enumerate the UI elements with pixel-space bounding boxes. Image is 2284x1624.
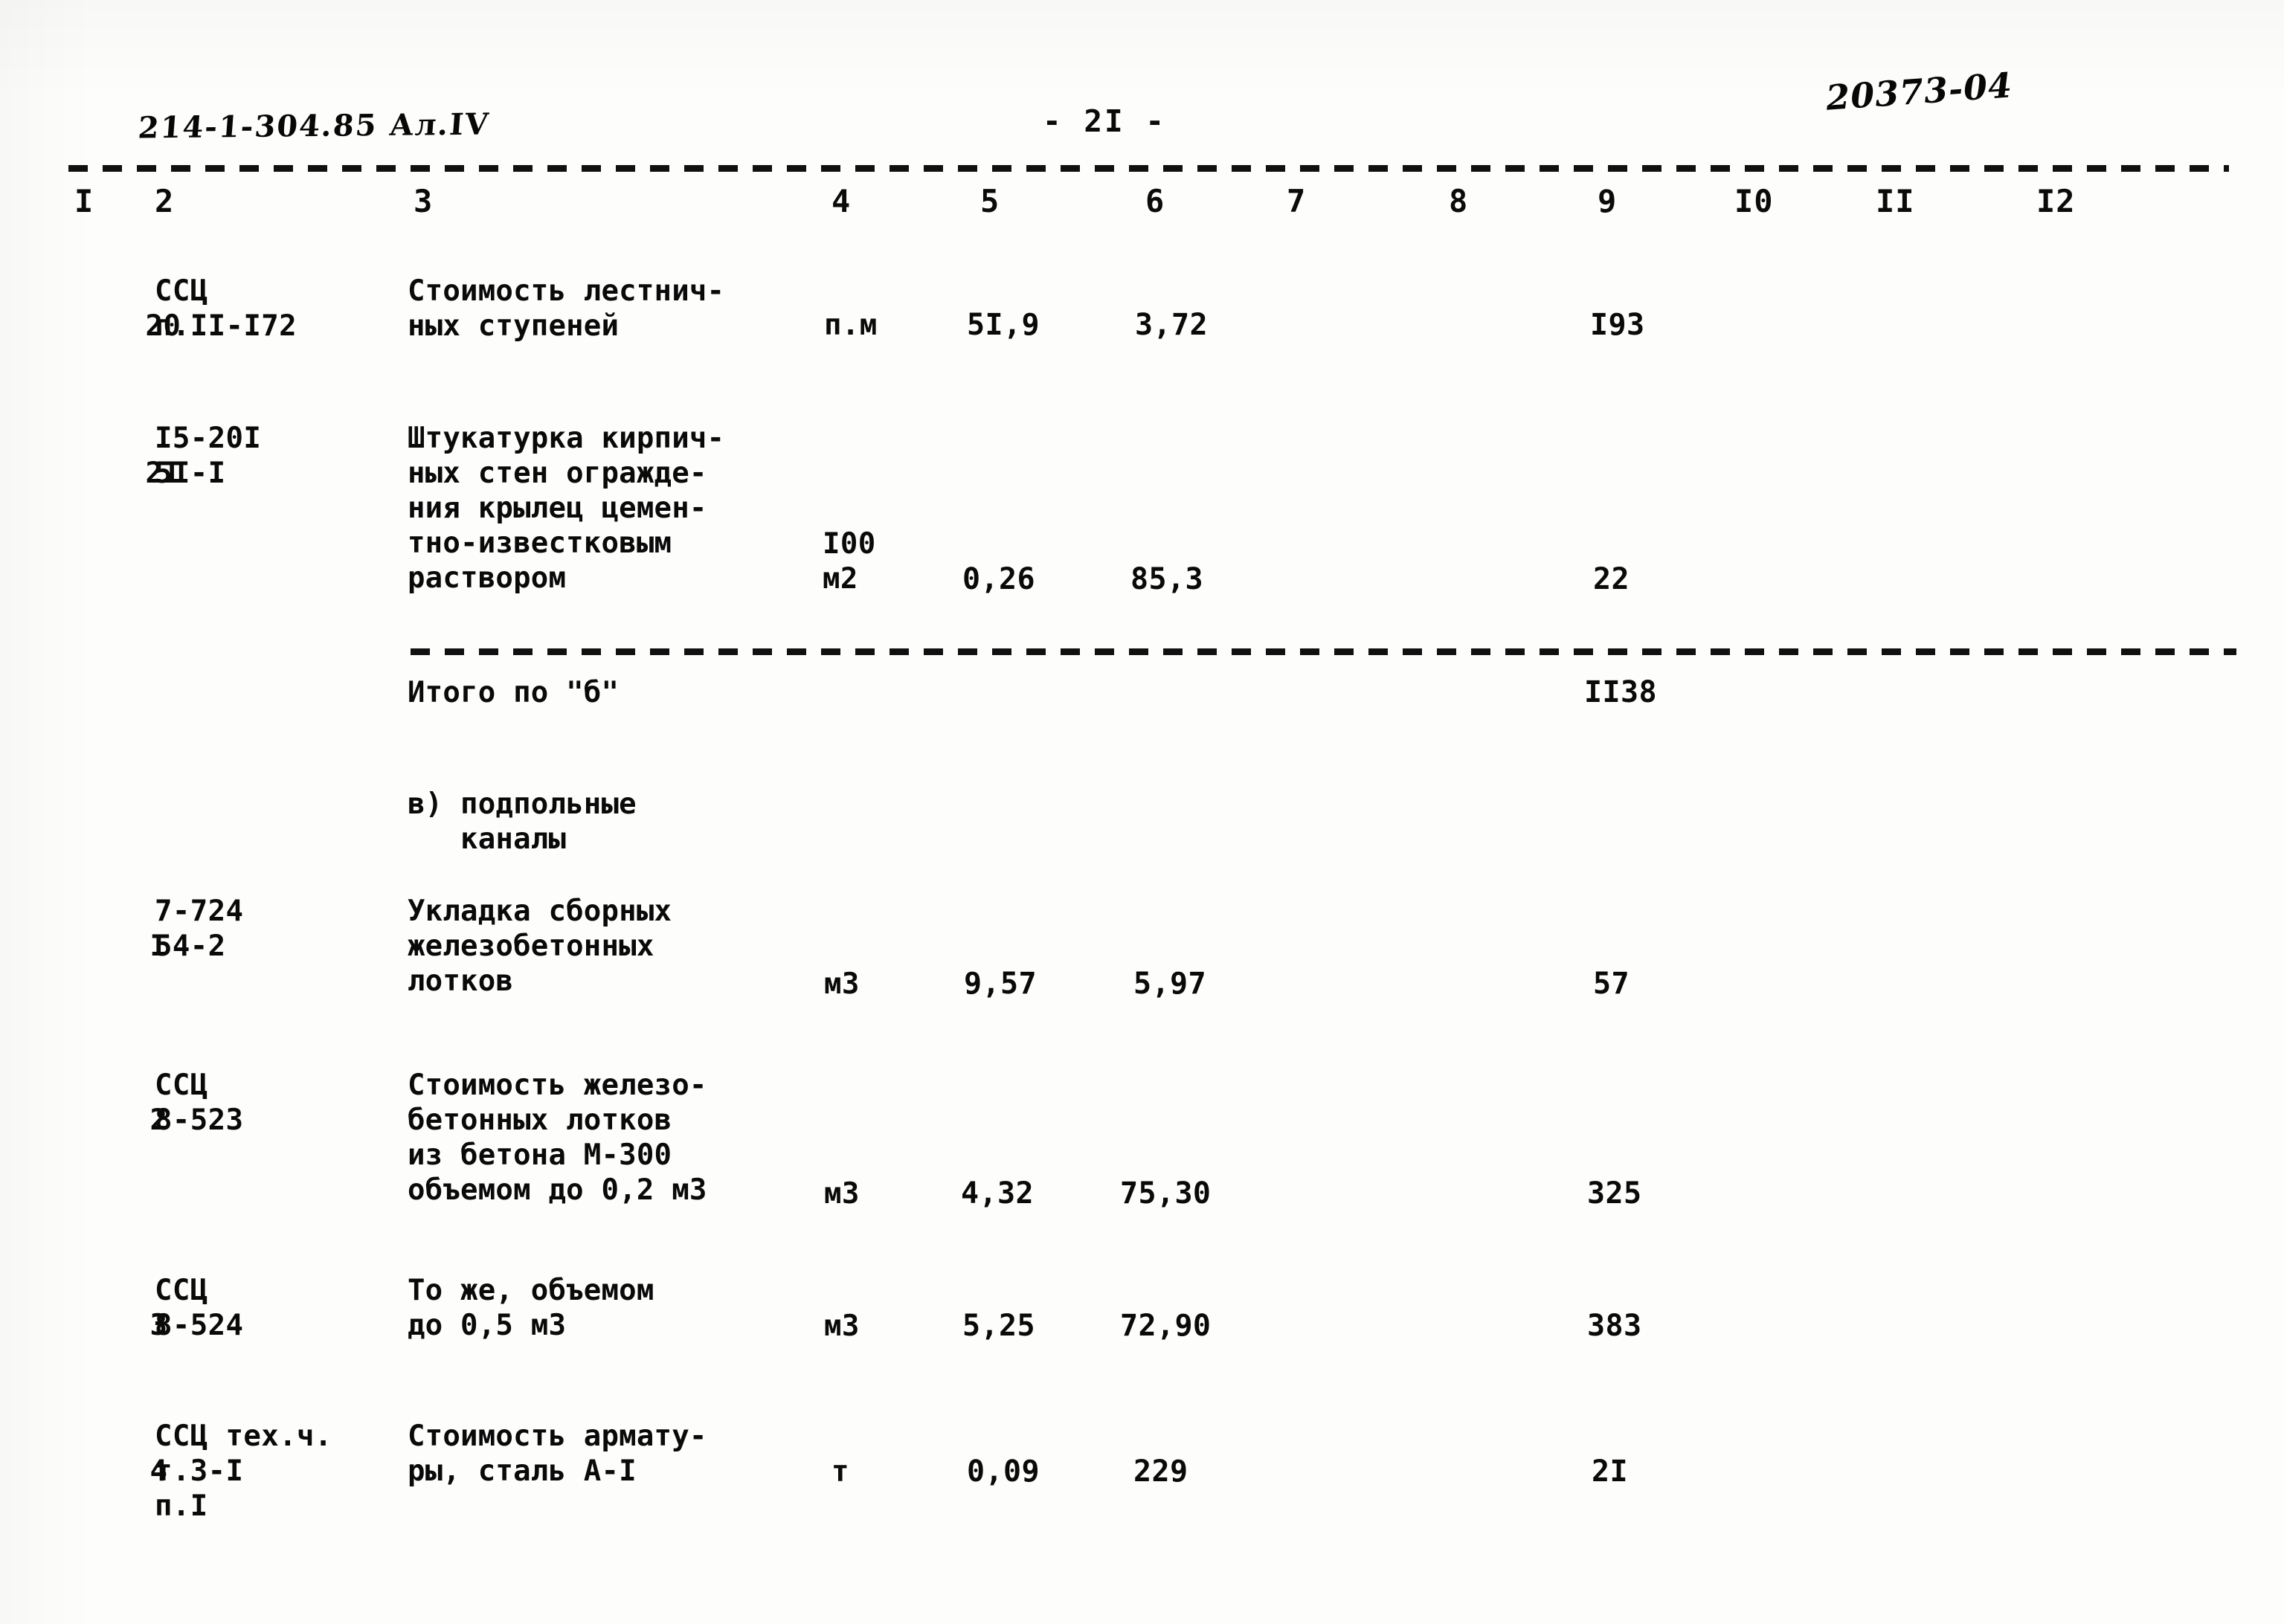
row-quantity: 4,32 [961, 1176, 1034, 1211]
handwritten-document-code: 214-1-304.85 Ал.IV [136, 106, 492, 146]
column-header-10: I0 [1734, 183, 1774, 219]
row-code: ССЦ 8-524 [155, 1274, 244, 1342]
row-price: 75,30 [1120, 1176, 1212, 1211]
column-header-1: I [74, 183, 94, 219]
row-price: 72,90 [1120, 1309, 1212, 1343]
row-quantity: 0,09 [967, 1454, 1040, 1489]
row-unit: п.м [824, 309, 878, 342]
row-quantity: 5I,9 [967, 308, 1040, 342]
row-total: 2I [1592, 1454, 1628, 1489]
column-header-4: 4 [831, 183, 852, 219]
row-unit: м3 [824, 1177, 860, 1211]
table-section-rule [411, 648, 2236, 655]
row-total: 22 [1593, 562, 1630, 596]
table-top-rule [68, 165, 2229, 172]
subtotal-label: Итого по "б" [408, 676, 620, 709]
column-header-6: 6 [1145, 183, 1165, 219]
row-total: I93 [1590, 308, 1645, 342]
column-header-3: 3 [414, 183, 434, 219]
column-header-8: 8 [1449, 183, 1469, 219]
row-total: 325 [1587, 1176, 1642, 1211]
subtotal-value: II38 [1584, 675, 1657, 709]
row-unit: м3 [824, 1309, 860, 1343]
column-header-7: 7 [1287, 183, 1307, 219]
row-code: I5-20I 5I-I [155, 422, 262, 490]
row-price: 3,72 [1135, 308, 1208, 342]
column-header-5: 5 [980, 183, 1000, 219]
row-unit: т [831, 1455, 849, 1489]
handwritten-archive-number: 20373-04 [1824, 65, 2014, 118]
scan-texture [0, 0, 2284, 1624]
row-quantity: 9,57 [964, 967, 1037, 1001]
row-price: 229 [1133, 1454, 1188, 1489]
row-description: Стоимость лестнич- ных ступеней [408, 274, 725, 343]
document-page: 214-1-304.85 Ал.IV - 2I - 20373-04 I 2 3… [0, 0, 2284, 1624]
row-code: 7-724 54-2 [155, 895, 244, 963]
row-description: То же, объемом до 0,5 м3 [408, 1274, 654, 1342]
row-unit: I00 м2 [823, 527, 876, 596]
column-header-12: I2 [2036, 183, 2076, 219]
row-price: 85,3 [1130, 562, 1203, 596]
row-quantity: 5,25 [962, 1309, 1035, 1343]
row-total: 383 [1587, 1309, 1642, 1343]
column-header-2: 2 [155, 183, 175, 219]
row-code: ССЦ п.II-I72 [155, 274, 297, 343]
row-description: Стоимость железо- бетонных лотков из бет… [408, 1069, 707, 1207]
row-code: ССЦ 8-523 [155, 1069, 244, 1137]
row-description: Стоимость армату- ры, сталь А-I [408, 1420, 707, 1488]
row-quantity: 0,26 [962, 562, 1035, 596]
row-price: 5,97 [1133, 967, 1206, 1001]
column-header-11: II [1876, 183, 1915, 219]
row-unit: м3 [824, 967, 860, 1001]
row-total: 57 [1593, 967, 1630, 1001]
row-description: Штукатурка кирпич- ных стен огражде- ния… [408, 422, 725, 595]
section-heading: в) подпольные каналы [408, 787, 637, 856]
row-description: Укладка сборных железобетонных лотков [408, 895, 672, 998]
row-code: ССЦ тех.ч. т.3-I п.I [155, 1420, 332, 1523]
page-number: - 2I - [1043, 103, 1167, 139]
column-header-9: 9 [1598, 183, 1618, 219]
